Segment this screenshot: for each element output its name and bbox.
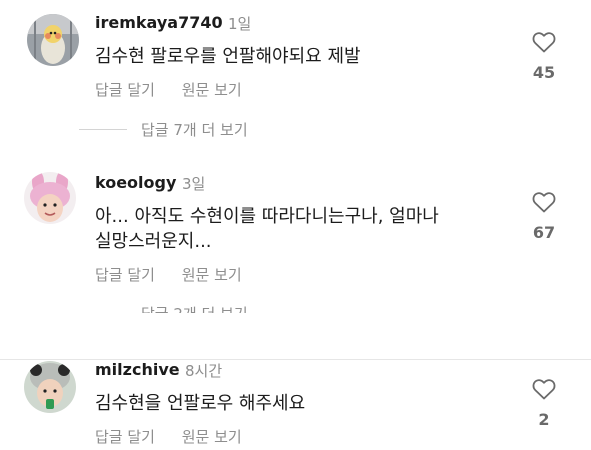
replies-divider — [79, 129, 127, 130]
comment-username[interactable]: milzchive — [95, 360, 180, 379]
bunny-hat-avatar-icon — [24, 172, 76, 224]
like-count: 2 — [538, 410, 550, 429]
comment-time: 8시간 — [185, 362, 223, 380]
avatar[interactable] — [24, 361, 76, 413]
reply-button[interactable]: 답글 달기 — [95, 81, 155, 99]
heart-icon[interactable] — [532, 378, 556, 400]
comment-actions: 답글 달기 원문 보기 — [95, 264, 264, 285]
see-original-button[interactable]: 원문 보기 — [182, 266, 242, 284]
see-original-button[interactable]: 원문 보기 — [182, 428, 242, 446]
avatar[interactable] — [24, 172, 76, 224]
see-original-button[interactable]: 원문 보기 — [182, 81, 242, 99]
comment-time: 1일 — [228, 15, 252, 33]
comment-text-line-2: 실망스러운지... — [95, 231, 212, 252]
comment-text-line-1: 아... 아직도 수현이를 따라다니는구나, 얼마나 — [95, 206, 439, 227]
reply-button[interactable]: 답글 달기 — [95, 266, 155, 284]
comment-actions: 답글 달기 원문 보기 — [95, 426, 264, 447]
heart-icon[interactable] — [532, 191, 556, 213]
heart-icon[interactable] — [532, 31, 556, 53]
view-more-replies-button[interactable]: 답글 7개 더 보기 — [141, 119, 248, 140]
like-count: 67 — [532, 223, 556, 242]
bird-avatar-icon — [27, 14, 79, 66]
screenshot-cut-overlay — [0, 313, 591, 359]
comment-username[interactable]: koeology — [95, 173, 176, 192]
comment-text: 김수현을 언팔로우 해주세요 — [95, 393, 306, 414]
comment-username[interactable]: iremkaya7740 — [95, 13, 223, 32]
comment-actions: 답글 달기 원문 보기 — [95, 79, 264, 100]
avatar[interactable] — [27, 14, 79, 66]
comment-time: 3일 — [182, 175, 206, 193]
comment-text: 김수현 팔로우를 언팔해야되요 제발 — [95, 46, 361, 67]
section-divider — [0, 359, 591, 360]
reply-button[interactable]: 답글 달기 — [95, 428, 155, 446]
person-avatar-icon — [24, 361, 76, 413]
like-count: 45 — [532, 63, 556, 82]
